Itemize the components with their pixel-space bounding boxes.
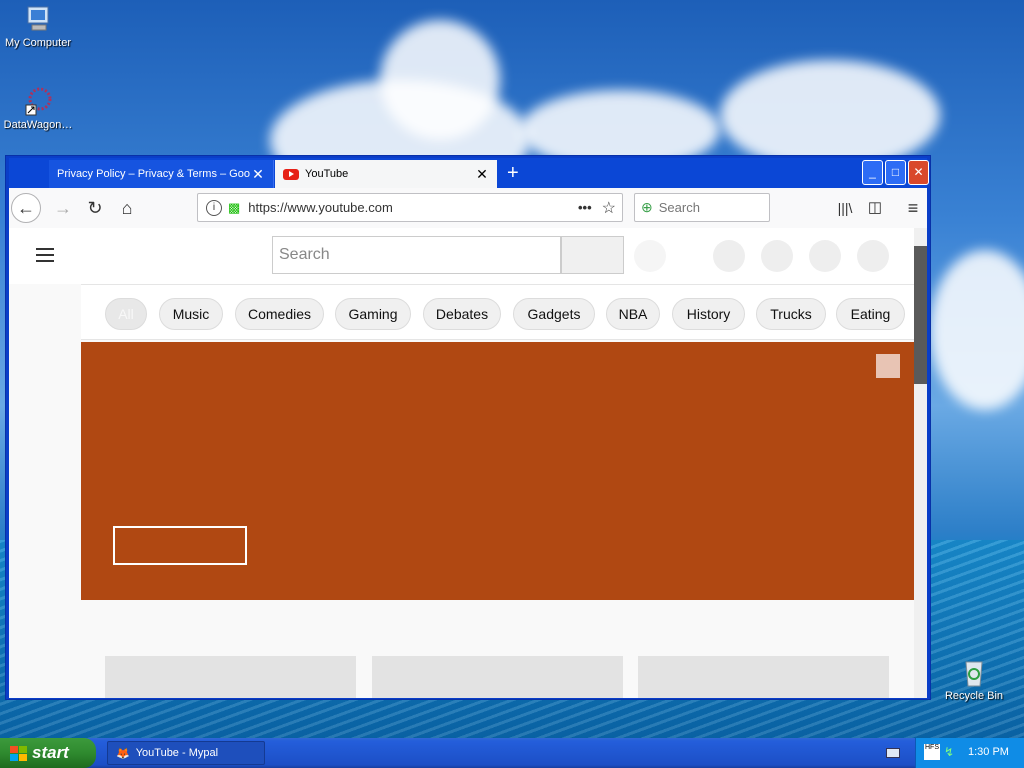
maximize-button[interactable]: □: [885, 160, 906, 185]
home-button[interactable]: ⌂: [113, 194, 141, 222]
chip-debates[interactable]: Debates: [423, 298, 501, 330]
taskbar: start 🦊 YouTube - Mypal HFS ↯ 1:30 PM: [0, 738, 1024, 768]
youtube-search-input[interactable]: Search: [272, 236, 561, 274]
scrollbar-thumb[interactable]: [914, 246, 927, 384]
minimize-button[interactable]: _: [862, 160, 883, 185]
tab-title: YouTube: [305, 168, 349, 180]
desktop-icon-label: My Computer: [4, 37, 72, 49]
promo-banner[interactable]: [81, 342, 914, 600]
tab-title: Privacy Policy – Privacy & Terms – Goo…: [57, 168, 251, 180]
hfs-icon[interactable]: HFS: [924, 744, 940, 760]
chip-eating[interactable]: Eating: [836, 298, 905, 330]
close-icon[interactable]: ✕: [475, 166, 489, 183]
chip-music[interactable]: Music: [159, 298, 223, 330]
search-icon: ⊕: [641, 199, 653, 215]
start-button[interactable]: start: [0, 738, 96, 768]
category-chips: All Music Comedies Gaming Debates Gadget…: [81, 284, 914, 340]
chip-gadgets[interactable]: Gadgets: [513, 298, 595, 330]
desktop-icon-datawagon[interactable]: DataWagon…: [0, 85, 78, 131]
back-button[interactable]: ←: [11, 193, 41, 223]
navigation-toolbar: ← → ↻ ⌂ i ▩ https://www.youtube.com ••• …: [9, 188, 927, 229]
forward-button[interactable]: →: [49, 194, 77, 222]
cloud: [720, 60, 940, 170]
desktop-icon-label: Recycle Bin: [944, 690, 1004, 702]
tab-bar: Privacy Policy – Privacy & Terms – Goo… …: [9, 158, 929, 188]
windows-logo-icon: [10, 745, 27, 761]
url-text[interactable]: https://www.youtube.com: [248, 200, 578, 215]
browser-search-box[interactable]: ⊕ Search: [634, 193, 770, 222]
banner-dismiss-button[interactable]: [876, 354, 900, 378]
chip-comedies[interactable]: Comedies: [235, 298, 324, 330]
network-icon[interactable]: ↯: [944, 745, 954, 759]
browser-search-placeholder: Search: [658, 200, 700, 215]
keyboard-icon[interactable]: [886, 748, 900, 758]
apps-icon[interactable]: [761, 240, 793, 272]
new-tab-button[interactable]: +: [507, 162, 519, 184]
desktop-icon-my-computer[interactable]: My Computer: [0, 3, 78, 49]
cloud: [380, 20, 500, 140]
chip-gaming[interactable]: Gaming: [335, 298, 411, 330]
video-card-placeholder[interactable]: [105, 656, 356, 698]
browser-window: Privacy Policy – Privacy & Terms – Goo… …: [5, 155, 931, 700]
cloud: [930, 250, 1024, 410]
info-icon[interactable]: i: [206, 199, 222, 216]
video-card-placeholder[interactable]: [638, 656, 889, 698]
system-tray: HFS ↯ 1:30 PM: [915, 738, 1024, 768]
desktop-icon-recycle-bin[interactable]: Recycle Bin: [934, 656, 1014, 702]
tab-youtube[interactable]: YouTube ✕: [275, 160, 497, 188]
taskbar-item-youtube[interactable]: 🦊 YouTube - Mypal: [107, 741, 265, 765]
network-shortcut-icon: [22, 85, 54, 117]
taskbar-item-label: YouTube - Mypal: [135, 747, 219, 759]
desktop-icon-label: DataWagon…: [3, 119, 73, 131]
avatar[interactable]: [857, 240, 889, 272]
lock-icon: ▩: [228, 199, 241, 215]
page-actions-icon[interactable]: •••: [578, 200, 592, 215]
sidebar-icon[interactable]: ◫: [861, 194, 889, 222]
menu-icon[interactable]: ≡: [899, 194, 927, 222]
recycle-bin-icon: [958, 656, 990, 688]
close-window-button[interactable]: ✕: [908, 160, 929, 185]
create-icon[interactable]: [713, 240, 745, 272]
page-content: Search All Music Comedies Gaming Debates…: [9, 228, 927, 698]
browser-app-icon: 🦊: [116, 747, 130, 760]
chip-all[interactable]: All: [105, 298, 147, 330]
chip-trucks[interactable]: Trucks: [756, 298, 826, 330]
chip-nba[interactable]: NBA: [606, 298, 660, 330]
library-icon[interactable]: |||\: [831, 194, 859, 222]
url-bar[interactable]: i ▩ https://www.youtube.com ••• ☆: [197, 193, 623, 222]
video-card-placeholder[interactable]: [372, 656, 623, 698]
voice-search-icon[interactable]: [634, 240, 666, 272]
youtube-header: Search: [9, 228, 914, 284]
clock: 1:30 PM: [968, 746, 1009, 758]
close-icon[interactable]: ✕: [251, 166, 265, 183]
chip-history[interactable]: History: [672, 298, 745, 330]
hamburger-menu-icon[interactable]: [36, 248, 54, 262]
banner-cta-button[interactable]: [113, 526, 247, 565]
youtube-search-button[interactable]: [561, 236, 624, 274]
computer-icon: [22, 3, 54, 35]
start-label: start: [32, 743, 69, 762]
bookmark-star-icon[interactable]: ☆: [602, 198, 616, 218]
tab-privacy-policy[interactable]: Privacy Policy – Privacy & Terms – Goo… …: [49, 160, 274, 188]
youtube-favicon-icon: [283, 168, 299, 180]
notifications-icon[interactable]: [809, 240, 841, 272]
reload-button[interactable]: ↻: [81, 194, 109, 222]
